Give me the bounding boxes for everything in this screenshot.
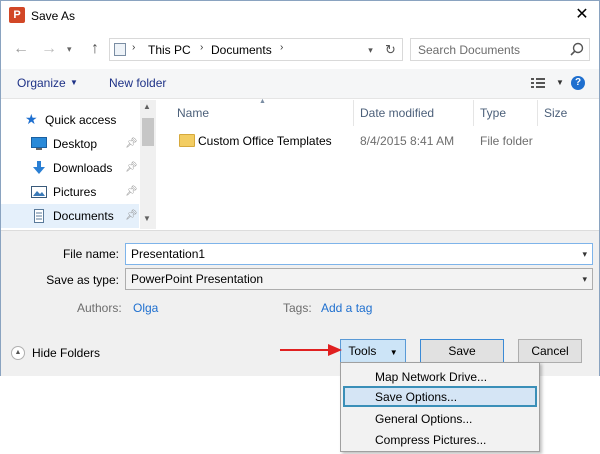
date-modified-cell: 8/4/2015 8:41 AM (360, 134, 455, 148)
navigation-scrollbar[interactable]: ▲ ▼ (140, 100, 156, 229)
back-arrow-icon[interactable]: ← (13, 39, 29, 59)
authors-label: Authors: (77, 301, 122, 315)
column-header-name[interactable]: Name (177, 106, 209, 120)
file-name-label: File name: (62, 247, 119, 261)
menu-item-label: Save Options... (375, 390, 458, 404)
cancel-button[interactable]: Cancel (518, 339, 582, 363)
new-folder-button[interactable]: New folder (109, 76, 166, 90)
address-dropdown-icon[interactable]: ▾ (362, 42, 378, 58)
column-header-type[interactable]: Type (480, 106, 506, 120)
column-header-date-modified[interactable]: Date modified (360, 106, 434, 120)
navigation-pane: ★ Quick access Desktop 📌︎ Downloads 📌︎ P… (1, 100, 156, 229)
scrollbar-thumb[interactable] (142, 118, 154, 146)
breadcrumb-separator-icon[interactable]: › (200, 42, 203, 53)
hide-folders-button[interactable]: Hide Folders (32, 346, 100, 360)
file-name-field[interactable]: Presentation1 ▾ (125, 243, 593, 265)
desktop-icon (31, 137, 47, 150)
breadcrumb-separator-icon[interactable]: › (132, 42, 135, 53)
documents-icon (34, 209, 44, 223)
chevron-up-icon[interactable]: ▲ (11, 346, 25, 360)
sort-ascending-icon: ▲ (259, 98, 266, 105)
pc-location-icon (114, 43, 126, 56)
table-row[interactable]: Custom Office Templates 8/4/2015 8:41 AM… (157, 130, 599, 152)
breadcrumb-documents[interactable]: Documents (211, 43, 272, 57)
view-dropdown-icon[interactable]: ▼ (556, 78, 564, 87)
pin-icon[interactable]: 📌︎ (125, 162, 138, 173)
sidebar-item-label: Quick access (45, 113, 117, 127)
folder-icon (179, 134, 195, 147)
file-name-dropdown-icon[interactable]: ▾ (582, 249, 587, 260)
tools-dropdown-menu: Map Network Drive... Save Options... Gen… (340, 362, 540, 452)
breadcrumb-this-pc[interactable]: This PC (148, 43, 191, 57)
sidebar-item-label: Pictures (53, 185, 97, 199)
type-cell: File folder (480, 134, 533, 148)
breadcrumb-separator-icon[interactable]: › (280, 42, 283, 53)
file-list: ▲ Name Date modified Type Size Custom Of… (157, 98, 599, 229)
sidebar-item-label: Desktop (53, 137, 98, 151)
search-input[interactable]: Search Documents (410, 38, 590, 61)
tools-button-label: Tools (348, 344, 377, 358)
save-as-type-label: Save as type: (46, 273, 119, 287)
pin-icon[interactable]: 📌︎ (125, 186, 138, 197)
tags-field[interactable]: Add a tag (321, 301, 372, 315)
file-name-value: Presentation1 (131, 247, 206, 261)
organize-dropdown-icon[interactable]: ▼ (70, 78, 78, 87)
menu-item-label: Map Network Drive... (375, 370, 488, 384)
scroll-up-icon[interactable]: ▲ (143, 102, 151, 111)
scroll-down-icon[interactable]: ▼ (143, 214, 151, 223)
pin-icon[interactable]: 📌︎ (125, 138, 138, 149)
recent-locations-chevron-icon[interactable]: ▾ (67, 41, 79, 57)
menu-item-label: Compress Pictures... (375, 433, 487, 447)
file-name-cell: Custom Office Templates (198, 134, 332, 148)
change-view-icon[interactable] (531, 77, 545, 89)
forward-arrow-icon[interactable]: → (41, 39, 57, 59)
save-as-type-select[interactable]: PowerPoint Presentation ▾ (125, 268, 593, 290)
organize-button[interactable]: Organize (17, 76, 66, 90)
menu-item-save-options[interactable]: Save Options... (343, 386, 537, 407)
dialog-title: Save As (31, 9, 76, 23)
help-icon[interactable]: ? (571, 76, 585, 90)
star-icon: ★ (25, 111, 38, 127)
sidebar-item-desktop[interactable]: Desktop 📌︎ (1, 132, 139, 156)
column-header-size[interactable]: Size (544, 106, 567, 120)
refresh-icon[interactable]: ↻ (385, 42, 396, 58)
menu-item-general-options[interactable]: General Options... (343, 408, 537, 429)
save-as-type-dropdown-icon[interactable]: ▾ (582, 274, 587, 285)
annotation-arrow-icon (280, 344, 342, 356)
search-icon[interactable] (569, 41, 585, 57)
command-toolbar: Organize ▼ New folder ▼ ? (1, 69, 599, 99)
close-button[interactable]: ✕ (567, 3, 597, 27)
sidebar-item-quick-access[interactable]: ★ Quick access (1, 108, 139, 132)
sidebar-item-downloads[interactable]: Downloads 📌︎ (1, 156, 139, 180)
powerpoint-app-icon: P (9, 7, 25, 23)
sidebar-item-documents[interactable]: Documents 📌︎ (1, 204, 139, 228)
pin-icon[interactable]: 📌︎ (125, 210, 138, 221)
tags-label: Tags: (283, 301, 312, 315)
menu-item-label: General Options... (375, 412, 473, 426)
sidebar-item-label: Documents (53, 209, 114, 223)
save-as-dialog: P Save As ✕ ← → ▾ ↑ › This PC › Document… (0, 0, 600, 376)
menu-item-map-network-drive[interactable]: Map Network Drive... (343, 366, 537, 387)
column-divider[interactable] (473, 100, 474, 126)
save-button[interactable]: Save (420, 339, 504, 363)
column-divider[interactable] (537, 100, 538, 126)
sidebar-item-label: Downloads (53, 161, 113, 175)
column-divider[interactable] (353, 100, 354, 126)
search-placeholder: Search Documents (418, 43, 521, 57)
download-icon (33, 161, 45, 174)
save-as-type-value: PowerPoint Presentation (131, 272, 264, 286)
up-arrow-icon[interactable]: ↑ (87, 39, 103, 59)
sidebar-item-pictures[interactable]: Pictures 📌︎ (1, 180, 139, 204)
authors-field[interactable]: Olga (133, 301, 158, 315)
menu-item-compress-pictures[interactable]: Compress Pictures... (343, 429, 537, 450)
title-bar: P Save As ✕ (1, 1, 599, 31)
tools-button[interactable]: Tools ▼ (340, 339, 406, 363)
address-bar[interactable]: › This PC › Documents › ▾ ↻ (109, 38, 403, 61)
tools-dropdown-icon: ▼ (389, 348, 398, 357)
pictures-icon (31, 186, 47, 198)
